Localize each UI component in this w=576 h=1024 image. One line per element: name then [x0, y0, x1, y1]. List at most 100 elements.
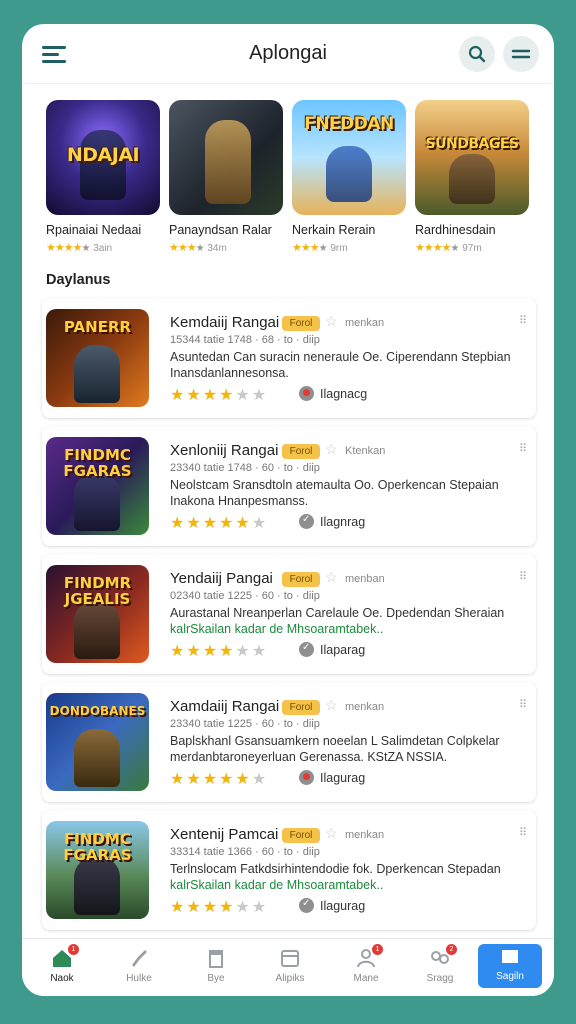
trash-icon	[205, 947, 227, 969]
featured-name: Panayndsan Ralar	[169, 223, 272, 237]
app-tag: menkan	[345, 701, 385, 713]
list-item[interactable]: FINDMR JGEALIS Yendaiij Pangai Forol ☆ m…	[42, 554, 536, 674]
developer[interactable]: Ilagnrag	[299, 514, 365, 529]
nav-item-bye[interactable]: Bye	[184, 945, 248, 991]
search-button[interactable]	[459, 36, 495, 72]
featured-thumbnail: NDAJAI	[46, 100, 160, 215]
verified-icon	[299, 898, 314, 913]
featured-carousel[interactable]: NDAJAI Rpainaiai Nedaai ★★★★★ 3ain Panay…	[46, 100, 546, 260]
app-name: Yendaiij Pangai	[170, 570, 273, 587]
developer[interactable]: Ilagurag	[299, 770, 365, 785]
drag-handle-icon[interactable]: ⠿	[519, 442, 527, 455]
featured-rating: ★★★★ 9rm	[292, 242, 348, 254]
notification-badge: 2	[446, 944, 457, 955]
nav-item-hulke[interactable]: Hulke	[107, 945, 171, 991]
app-description: Terlnslocam Fatkdsirhintendodie fok. Dpe…	[170, 862, 501, 892]
app-meta: 15344 tatie 1748 · 68 · to · diip	[170, 334, 320, 346]
app-meta: 23340 tatie 1748 · 60 · to · diip	[170, 462, 320, 474]
featured-thumbnail: FNEDDAN	[292, 100, 406, 215]
app-meta: 02340 tatie 1225 · 60 · to · diip	[170, 590, 320, 602]
app-tag: menkan	[345, 829, 385, 841]
featured-card[interactable]: FNEDDAN Nerkain Rerain ★★★★ 9rm	[292, 100, 406, 254]
featured-thumbnail	[169, 100, 283, 215]
rating-stars-icon: ★★★★	[415, 242, 451, 254]
group-icon: 2	[429, 944, 457, 969]
nav-item-sragg[interactable]: 2 Sragg	[408, 944, 472, 991]
app-logo: FINDMC FGARAS	[63, 830, 132, 864]
status-badge: Forol	[282, 828, 320, 843]
nav-item-sagiln[interactable]: Sagiln	[478, 944, 542, 988]
featured-rating: ★★★★ 34m	[169, 242, 227, 254]
section-title: Daylanus	[46, 272, 111, 288]
app-tag: menkan	[345, 317, 385, 329]
notification-badge: 1	[372, 944, 383, 955]
developer[interactable]: Ilagnacg	[299, 386, 367, 401]
app-name: Xentenij Pamcai	[170, 826, 279, 843]
nav-item-alipiks[interactable]: Alipiks	[258, 945, 322, 991]
rating-stars-icon: ★★★★★★	[170, 515, 269, 532]
favorite-star-icon[interactable]: ☆	[325, 569, 338, 586]
rating-stars-icon: ★★★★★★	[170, 387, 269, 404]
app-thumbnail: FINDMC FGARAS	[46, 437, 149, 535]
app-name: Kemdaiij Rangai	[170, 314, 280, 331]
rating-stars-icon: ★★★★★★	[170, 899, 269, 916]
status-badge: Forol	[282, 572, 320, 587]
user-icon: 1	[355, 944, 383, 969]
featured-name: Nerkain Rerain	[292, 223, 376, 237]
app-logo: DONDOBANES	[49, 704, 146, 718]
list-item[interactable]: FINDMC FGARAS Xenloniij Rangai Forol ☆ K…	[42, 426, 536, 546]
app-tag: Ktenkan	[345, 445, 386, 457]
featured-rating: ★★★★★ 97m	[415, 242, 482, 254]
app-meta: 33314 tatie 1366 · 60 · to · diip	[170, 846, 320, 858]
drag-handle-icon[interactable]: ⠿	[519, 698, 527, 711]
app-name: Xamdaiij Rangai	[170, 698, 280, 715]
favorite-star-icon[interactable]: ☆	[325, 441, 338, 458]
favorite-star-icon[interactable]: ☆	[325, 825, 338, 842]
drag-handle-icon[interactable]: ⠿	[519, 314, 527, 327]
rating-stars-icon: ★★★	[292, 242, 320, 254]
app-tag: menban	[345, 573, 385, 585]
developer[interactable]: Ilagurag	[299, 898, 365, 913]
bottom-navigation: 1 Naok Hulke Bye Alipiks 1 Mane 2 Sragg …	[22, 938, 554, 996]
app-thumbnail: FINDMR JGEALIS	[46, 565, 149, 663]
list-item[interactable]: PANERR Kemdaiij Rangai Forol ☆ menkan ⠿ …	[42, 298, 536, 418]
featured-rating: ★★★★★ 3ain	[46, 242, 113, 254]
favorite-star-icon[interactable]: ☆	[325, 697, 338, 714]
drag-handle-icon[interactable]: ⠿	[519, 570, 527, 583]
search-icon	[468, 45, 486, 63]
app-thumbnail: FINDMC FGARAS	[46, 821, 149, 919]
featured-card[interactable]: NDAJAI Rpainaiai Nedaai ★★★★★ 3ain	[46, 100, 160, 254]
app-logo: FINDMR JGEALIS	[63, 574, 132, 608]
top-app-bar: Aplongai	[22, 24, 554, 84]
featured-card[interactable]: SUNDBAGES Rardhinesdain ★★★★★ 97m	[415, 100, 529, 254]
nav-item-mane[interactable]: 1 Mane	[334, 944, 398, 991]
status-badge: Forol	[282, 316, 320, 331]
app-description: Aurastanal Nreanperlan Carelaule Oe. Dpe…	[170, 606, 505, 636]
verified-icon	[299, 514, 314, 529]
drag-handle-icon[interactable]: ⠿	[519, 826, 527, 839]
rating-stars-icon: ★★★★★★	[170, 643, 269, 660]
app-description: Neolstcam Sransdtoln atemaulta Oo. Operk…	[170, 478, 499, 508]
featured-logo: SUNDBAGES	[425, 136, 519, 152]
app-description: Baplskhanl Gsansuamkern noeelan L Salimd…	[170, 734, 500, 764]
notification-badge: 1	[68, 944, 79, 955]
featured-thumbnail: SUNDBAGES	[415, 100, 529, 215]
featured-logo: FNEDDAN	[304, 114, 394, 134]
nav-item-home[interactable]: 1 Naok	[30, 944, 94, 991]
more-options-button[interactable]	[503, 36, 539, 72]
status-badge: Forol	[282, 444, 320, 459]
rating-stars-icon: ★★★★★★	[170, 771, 269, 788]
featured-card[interactable]: Panayndsan Ralar ★★★★ 34m	[169, 100, 283, 254]
featured-name: Rardhinesdain	[415, 223, 496, 237]
app-meta: 23340 tatie 1225 · 60 · to · diip	[170, 718, 320, 730]
app-thumbnail: PANERR	[46, 309, 149, 407]
status-badge: Forol	[282, 700, 320, 715]
favorite-star-icon[interactable]: ☆	[325, 313, 338, 330]
square-icon	[499, 946, 521, 968]
developer-icon	[299, 386, 314, 401]
list-item[interactable]: DONDOBANES Xamdaiij Rangai Forol ☆ menka…	[42, 682, 536, 802]
rating-stars-icon: ★★★	[169, 242, 197, 254]
rocket-icon	[128, 947, 150, 969]
developer[interactable]: Ilaparag	[299, 642, 365, 657]
list-item[interactable]: FINDMC FGARAS Xentenij Pamcai Forol ☆ me…	[42, 810, 536, 930]
